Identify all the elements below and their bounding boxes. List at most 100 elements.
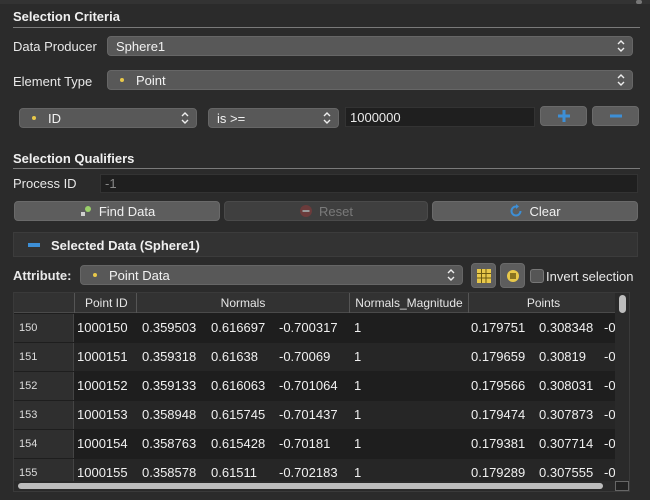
table-cell[interactable]: -0 [604,343,616,371]
table-cell[interactable]: -0.701064 [279,372,338,400]
table-cell[interactable]: 0.616697 [211,314,265,342]
vertical-scroll-thumb[interactable] [619,295,626,313]
query-operator-combo[interactable]: is >= [208,108,339,128]
toggle-cell-labels-button[interactable] [500,263,525,288]
remove-query-button[interactable] [592,106,639,126]
table-row[interactable]: 150 1000150 0.359503 0.616697 -0.700317 1 0.17… [14,314,629,342]
table-cell[interactable]: 0.179474 [471,401,525,429]
table-cell[interactable]: 0.307714 [539,430,593,458]
selection-qualifiers-title: Selection Qualifiers [13,151,135,166]
table-cell[interactable]: 1000151 [77,343,128,371]
table-cell[interactable]: 0.615745 [211,401,265,429]
collapse-icon [28,243,40,247]
row-number: 151 [14,343,74,371]
updown-arrows-icon [181,112,189,124]
row-number: 152 [14,372,74,400]
add-query-button[interactable] [540,106,587,126]
table-cell[interactable]: 0.61638 [211,343,258,371]
table-cell[interactable]: 0.308031 [539,372,593,400]
table-cell[interactable]: 1 [354,314,361,342]
toggle-column-visibility-button[interactable] [471,263,496,288]
table-cell[interactable]: -0.70069 [279,343,330,371]
table-row[interactable]: 154 1000154 0.358763 0.615428 -0.70181 1 0.179… [14,430,629,458]
table-cell[interactable]: -0.701437 [279,401,338,429]
table-cell[interactable]: 0.308348 [539,314,593,342]
table-cell[interactable]: 0.359133 [142,372,196,400]
data-producer-combo[interactable]: Sphere1 [107,36,633,56]
table-cell[interactable]: 0.359318 [142,343,196,371]
table-cell[interactable]: 1 [354,372,361,400]
table-row[interactable]: 153 1000153 0.358948 0.615745 -0.701437 1 0.17… [14,401,629,429]
reset-icon [300,205,313,217]
table-cell[interactable]: 0.359503 [142,314,196,342]
table-cell[interactable]: -0 [604,401,616,429]
table-cell[interactable]: 0.30819 [539,343,586,371]
table-cell[interactable]: 0.358948 [142,401,196,429]
table-cell[interactable]: -0 [604,372,616,400]
table-cell[interactable]: 1000150 [77,314,128,342]
element-type-combo[interactable]: Point [107,70,633,90]
table-cell[interactable]: 1 [354,343,361,371]
refresh-icon [510,204,522,217]
table-cell[interactable]: 1 [354,401,361,429]
table-cell[interactable]: 1000154 [77,430,128,458]
cell-labels-icon [506,269,519,282]
header-point-id[interactable]: Point ID [74,293,136,313]
horizontal-scroll-thumb[interactable] [18,483,603,489]
table-cell[interactable]: 0.179751 [471,314,525,342]
find-data-button[interactable]: Find Data [14,201,220,221]
table-cell[interactable]: 0.179381 [471,430,525,458]
process-id-input[interactable]: -1 [100,174,638,193]
row-number: 153 [14,401,74,429]
header-points[interactable]: Points [468,293,618,313]
table-cell[interactable]: 0.179659 [471,343,525,371]
data-producer-value: Sphere1 [116,38,166,54]
table-cell[interactable]: -0.70181 [279,430,330,458]
table-cell[interactable]: 0.358763 [142,430,196,458]
plus-icon [557,110,570,122]
scroll-corner [615,481,629,491]
attribute-combo[interactable]: Point Data [80,265,463,285]
find-data-label: Find Data [98,203,156,219]
vertical-scrollbar[interactable] [615,293,629,491]
horizontal-scrollbar[interactable] [14,481,617,491]
query-field-combo[interactable]: ID [19,108,197,128]
point-dot-icon [93,273,97,277]
table-row[interactable]: 151 1000151 0.359318 0.61638 -0.70069 1 0.1796… [14,343,629,371]
table-cell[interactable]: 1000152 [77,372,128,400]
table-cell[interactable]: 1000153 [77,401,128,429]
selected-data-header[interactable]: Selected Data (Sphere1) [13,232,638,257]
table-cell[interactable]: -0.700317 [279,314,338,342]
table-cell[interactable]: -0 [604,430,616,458]
data-producer-label: Data Producer [13,39,97,54]
invert-selection-checkbox[interactable] [530,269,544,283]
table-cell[interactable]: 0.179566 [471,372,525,400]
top-scroll-remnant [636,0,642,4]
query-value-input[interactable]: 1000000 [345,107,535,127]
header-normals[interactable]: Normals [136,293,349,313]
find-data-icon [80,206,91,216]
header-row-number [14,293,74,313]
reset-label: Reset [319,203,353,219]
selection-criteria-rule [13,27,640,28]
table-cell[interactable]: 1 [354,430,361,458]
table-header: Point ID Normals Normals_Magnitude Point… [14,293,629,313]
top-edge [0,0,650,4]
selection-qualifiers-rule [13,168,640,169]
updown-arrows-icon [447,269,455,281]
process-id-label: Process ID [13,176,77,191]
spreadsheet-table[interactable]: Point ID Normals Normals_Magnitude Point… [13,292,630,492]
point-dot-icon [120,78,124,82]
element-type-value: Point [136,72,166,88]
selection-criteria-title: Selection Criteria [13,9,120,24]
table-cell[interactable]: 0.615428 [211,430,265,458]
clear-button[interactable]: Clear [432,201,638,221]
invert-selection-label: Invert selection [546,269,634,284]
header-normals-magnitude[interactable]: Normals_Magnitude [349,293,468,313]
table-cell[interactable]: 0.307873 [539,401,593,429]
table-cell[interactable]: 0.616063 [211,372,265,400]
table-row[interactable]: 152 1000152 0.359133 0.616063 -0.701064 1 0.17… [14,372,629,400]
table-cell[interactable]: -0 [604,314,616,342]
reset-button[interactable]: Reset [224,201,428,221]
row-number: 150 [14,314,74,342]
